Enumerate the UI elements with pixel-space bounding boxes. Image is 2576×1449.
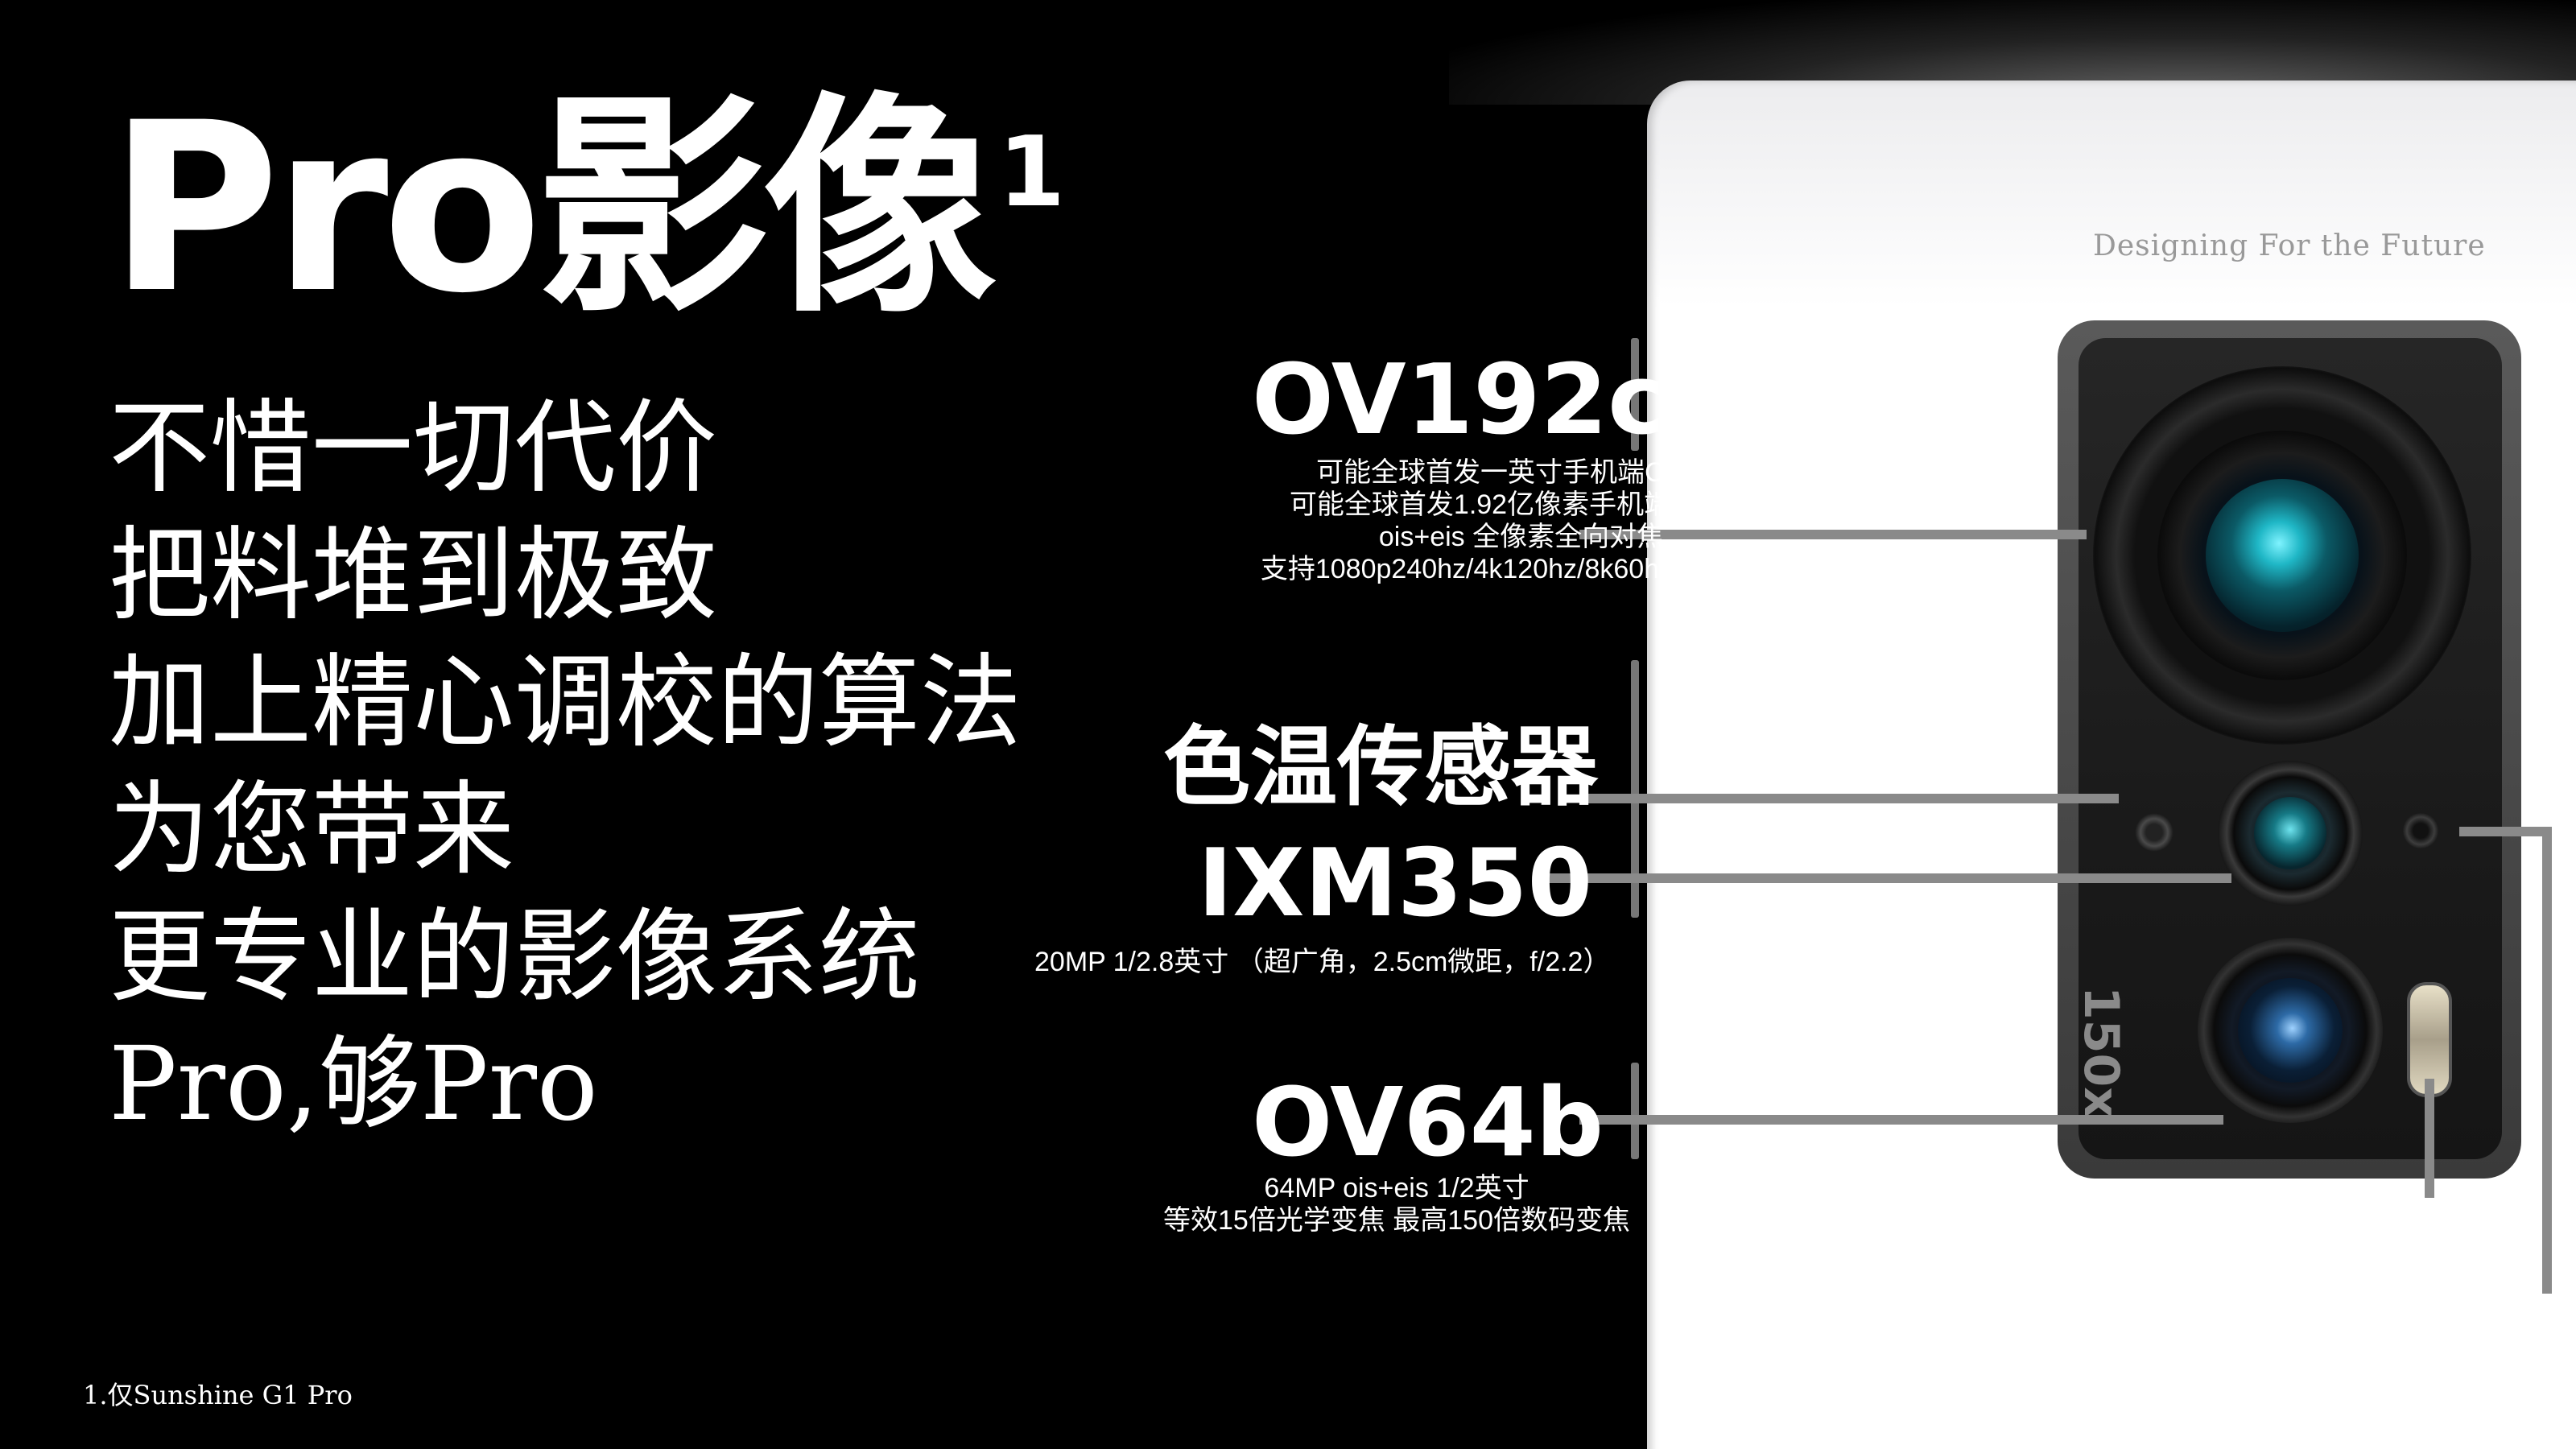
telephoto-lens-icon: [2238, 978, 2343, 1083]
phone-side-button: [1631, 1063, 1639, 1159]
flash-title: 双色温闪光灯: [2017, 1186, 2520, 1284]
tele-sensor-specs: 64MP ois+eis 1/2英寸 等效15倍光学变焦 最高150倍数码变焦: [1163, 1173, 1630, 1236]
main-sensor-specs: 可能全球首发一英寸手机端CMOS 可能全球首发1.92亿像素手机端CMOS oi…: [1260, 457, 1783, 584]
copy-line: 加上精心调校的算法: [109, 643, 1022, 762]
color-temperature-sensor-icon: [2135, 813, 2174, 852]
callout-line-flash: [2425, 1079, 2434, 1198]
callout-line-color-temp: [1579, 794, 2119, 803]
main-lens-icon: [2206, 479, 2359, 632]
wide-lens-icon: [2254, 797, 2326, 869]
footnote-marker: 1: [997, 117, 1065, 229]
callout-line-wide: [1547, 873, 2231, 883]
copy-line: 不惜一切代价: [109, 389, 717, 507]
copy-line: 为您带来: [109, 770, 514, 889]
copy-line: 把料堆到极致: [109, 516, 717, 634]
color-temp-sensor-title: 色温传感器: [1163, 717, 1599, 818]
tele-sensor-title: OV64b: [1252, 1067, 1604, 1178]
footnote: 1.仅Sunshine G1 Pro: [83, 1380, 353, 1410]
main-sensor-title: OV192c: [1252, 345, 1666, 456]
copy-line: Pro,够Pro: [109, 1025, 598, 1143]
laser-focus-title: 激光对焦: [2262, 1297, 2576, 1395]
wide-sensor-title: IXM350: [1198, 829, 1593, 938]
laser-focus-sensor-icon: [2403, 813, 2438, 848]
zoom-mark: 150x: [2073, 986, 2129, 1118]
copy-line: 更专业的影像系统: [109, 898, 920, 1016]
marketing-copy: 不惜一切代价 把料堆到极致 加上精心调校的算法 为您带来 更专业的影像系统 Pr…: [109, 385, 1022, 1148]
callout-line-tele: [1579, 1115, 2223, 1125]
callout-line-laser-v: [2542, 827, 2552, 1294]
callout-line-laser-h: [2459, 827, 2552, 836]
slide: Designing For the Future 150x Pro影像1 不惜一…: [0, 0, 2576, 1449]
wide-sensor-spec: 20MP 1/2.8英寸 （超广角，2.5cm微距，f/2.2）: [1034, 947, 1611, 977]
phone-tagline: Designing For the Future: [2093, 229, 2486, 262]
page-title: Pro影像1: [109, 73, 1065, 345]
